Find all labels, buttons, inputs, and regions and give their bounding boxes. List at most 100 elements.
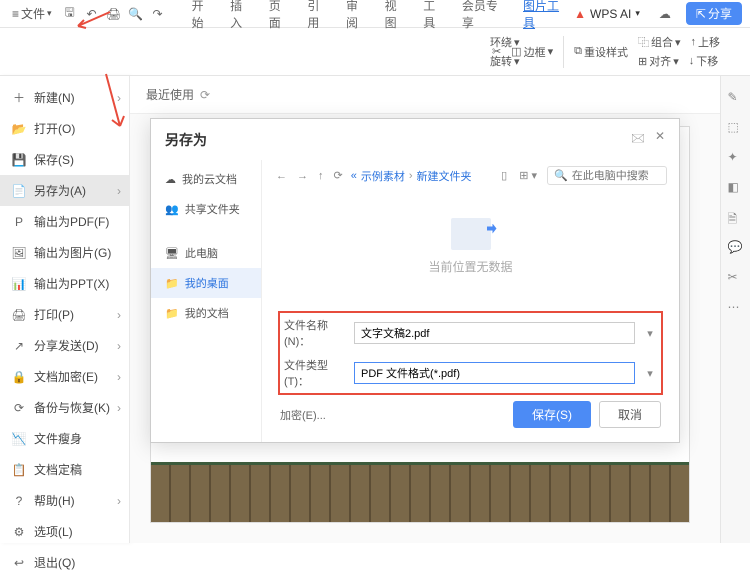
dialog-sidebar-item-1[interactable]: 👥共享文件夹: [151, 194, 261, 224]
rs-layers-icon[interactable]: ◧: [728, 180, 744, 196]
rs-more-icon[interactable]: ⋯: [728, 300, 744, 316]
tab-review[interactable]: 审阅: [346, 0, 369, 31]
search-box[interactable]: 🔍: [547, 166, 667, 185]
file-menu-item-0[interactable]: ＋新建(N)›: [0, 82, 129, 113]
file-menu-item-1[interactable]: 📂 打开(O): [0, 113, 129, 144]
tab-view[interactable]: 视图: [385, 0, 408, 31]
ribbon-moveup[interactable]: ↑ 上移: [691, 34, 721, 50]
nav-up-icon[interactable]: ↑: [316, 168, 326, 184]
save-icon[interactable]: 🖫: [62, 6, 78, 22]
menu-icon: ⟳: [12, 401, 26, 415]
filename-input[interactable]: [354, 322, 635, 344]
file-menu-button[interactable]: ≡ 文件 ▾: [8, 3, 56, 24]
view-grid-icon[interactable]: ⊞ ▾: [517, 167, 539, 184]
tab-start[interactable]: 开始: [192, 0, 215, 31]
save-as-dialog: 另存为 🖂 ✕ ☁我的云文档👥共享文件夹🖥此电脑📁我的桌面📁我的文档 ← → ↑…: [150, 118, 680, 443]
file-menu-item-11[interactable]: 📉文件瘦身: [0, 423, 129, 454]
nav-forward-icon[interactable]: →: [295, 168, 310, 184]
file-menu-item-6[interactable]: 📊输出为PPT(X): [0, 268, 129, 299]
rs-clip-icon[interactable]: ✂: [728, 270, 744, 286]
cancel-button[interactable]: 取消: [599, 401, 661, 428]
tab-image-tools[interactable]: 图片工具: [523, 0, 568, 31]
cloud-icon[interactable]: ☁: [656, 5, 674, 23]
file-menu-item-5[interactable]: 🖼 输出为图片(G): [0, 237, 129, 268]
menu-icon: 💾: [12, 153, 26, 167]
file-menu-item-4[interactable]: P输出为PDF(F): [0, 206, 129, 237]
file-menu-item-9[interactable]: 🔒文档加密(E)›: [0, 361, 129, 392]
filename-dropdown-icon[interactable]: ▾: [643, 327, 657, 340]
menu-label: 打开(O): [34, 120, 75, 137]
chevron-right-icon: ›: [117, 370, 121, 384]
ribbon-rotate[interactable]: 旋转 ▾: [490, 53, 520, 69]
filetype-dropdown-icon[interactable]: ▾: [643, 367, 657, 380]
ribbon-align[interactable]: ⊞ 对齐 ▾: [638, 53, 679, 69]
tab-tools[interactable]: 工具: [423, 0, 446, 31]
filetype-select[interactable]: [354, 362, 635, 384]
menu-label: 输出为图片(G): [34, 244, 111, 261]
tab-vip[interactable]: 会员专享: [462, 0, 507, 31]
file-menu-item-10[interactable]: ⟳备份与恢复(K)›: [0, 392, 129, 423]
menu-label: 备份与恢复(K): [34, 399, 110, 416]
file-menu-item-13[interactable]: ?帮助(H)›: [0, 485, 129, 516]
rs-pencil-icon[interactable]: ✎: [728, 90, 744, 106]
dialog-sidebar-item-4[interactable]: 📁我的文档: [151, 298, 261, 328]
sidebar-label: 我的云文档: [182, 171, 237, 187]
empty-text: 当前位置无数据: [428, 258, 512, 275]
rs-sparkle-icon[interactable]: ✦: [728, 150, 744, 166]
share-button[interactable]: ⇱ 分享: [686, 2, 742, 25]
file-menu-item-12[interactable]: 📋文档定稿: [0, 454, 129, 485]
file-menu-item-3[interactable]: 📄另存为(A)›: [0, 175, 129, 206]
dialog-sidebar-item-2[interactable]: 🖥此电脑: [151, 238, 261, 268]
nav-back-icon[interactable]: ←: [274, 168, 289, 184]
menu-icon: 🖼: [12, 246, 26, 260]
ribbon-movedown[interactable]: ↓ 下移: [689, 53, 719, 69]
menu-label: 选项(L): [34, 523, 73, 540]
refresh-icon[interactable]: ⟳: [200, 88, 210, 102]
ribbon-reset-style[interactable]: ⧉ 重设样式: [574, 44, 628, 60]
rs-chat-icon[interactable]: 💬: [728, 240, 744, 256]
undo-icon[interactable]: ↶: [84, 6, 100, 22]
chevron-right-icon: ›: [117, 184, 121, 198]
chevron-right-icon: ›: [117, 339, 121, 353]
menu-icon: 🖨: [12, 308, 26, 322]
tab-insert[interactable]: 插入: [230, 0, 253, 31]
highlighted-fields: 文件名称(N)： ▾ 文件类型(T)： ▾: [278, 311, 663, 395]
menu-icon: 📂: [12, 122, 26, 136]
ribbon-wrap[interactable]: 环绕 ▾: [490, 34, 520, 50]
nav-refresh-icon[interactable]: ⟳: [332, 167, 345, 184]
feedback-icon[interactable]: 🖂: [631, 129, 645, 150]
redo-icon[interactable]: ↷: [150, 6, 166, 22]
close-icon[interactable]: ✕: [655, 129, 665, 150]
encrypt-link[interactable]: 加密(E)...: [280, 407, 326, 423]
file-menu-item-8[interactable]: ↗分享发送(D)›: [0, 330, 129, 361]
view-list-icon[interactable]: ▯: [499, 167, 509, 184]
file-menu-item-7[interactable]: 🖨打印(P)›: [0, 299, 129, 330]
search-input[interactable]: [572, 170, 662, 182]
chevron-right-icon: ›: [117, 91, 121, 105]
rs-select-icon[interactable]: ⬚: [728, 120, 744, 136]
wps-ai-button[interactable]: ▲ WPS AI ▾: [574, 7, 640, 21]
menu-label: 保存(S): [34, 151, 74, 168]
chevron-right-icon: ›: [117, 308, 121, 322]
rs-doc-icon[interactable]: 🗎: [728, 210, 744, 226]
right-sidebar: ✎ ⬚ ✦ ◧ 🗎 💬 ✂ ⋯: [720, 76, 750, 543]
sidebar-label: 我的桌面: [185, 275, 229, 291]
file-menu-item-14[interactable]: ⚙选项(L): [0, 516, 129, 547]
file-menu-item-2[interactable]: 💾 保存(S): [0, 144, 129, 175]
menu-label: 文档定稿: [34, 461, 82, 478]
menu-label: 文件瘦身: [34, 430, 82, 447]
dialog-sidebar: ☁我的云文档👥共享文件夹 🖥此电脑📁我的桌面📁我的文档: [151, 160, 261, 442]
breadcrumb[interactable]: « 示例素材 › 新建文件夹: [351, 168, 472, 184]
tab-page[interactable]: 页面: [269, 0, 292, 31]
dialog-sidebar-item-3[interactable]: 📁我的桌面: [151, 268, 261, 298]
ribbon-group[interactable]: ⿻ 组合 ▾: [638, 34, 681, 50]
filetype-label: 文件类型(T)：: [284, 357, 346, 389]
recent-header: 最近使用 ⟳: [130, 76, 720, 114]
file-menu-item-15[interactable]: ↩退出(Q): [0, 547, 129, 578]
save-button[interactable]: 保存(S): [513, 401, 591, 428]
print-icon[interactable]: 🖨: [106, 6, 122, 22]
tab-ref[interactable]: 引用: [307, 0, 330, 31]
sidebar-label: 此电脑: [185, 245, 218, 261]
preview-icon[interactable]: 🔍: [128, 6, 144, 22]
dialog-sidebar-item-0[interactable]: ☁我的云文档: [151, 164, 261, 194]
